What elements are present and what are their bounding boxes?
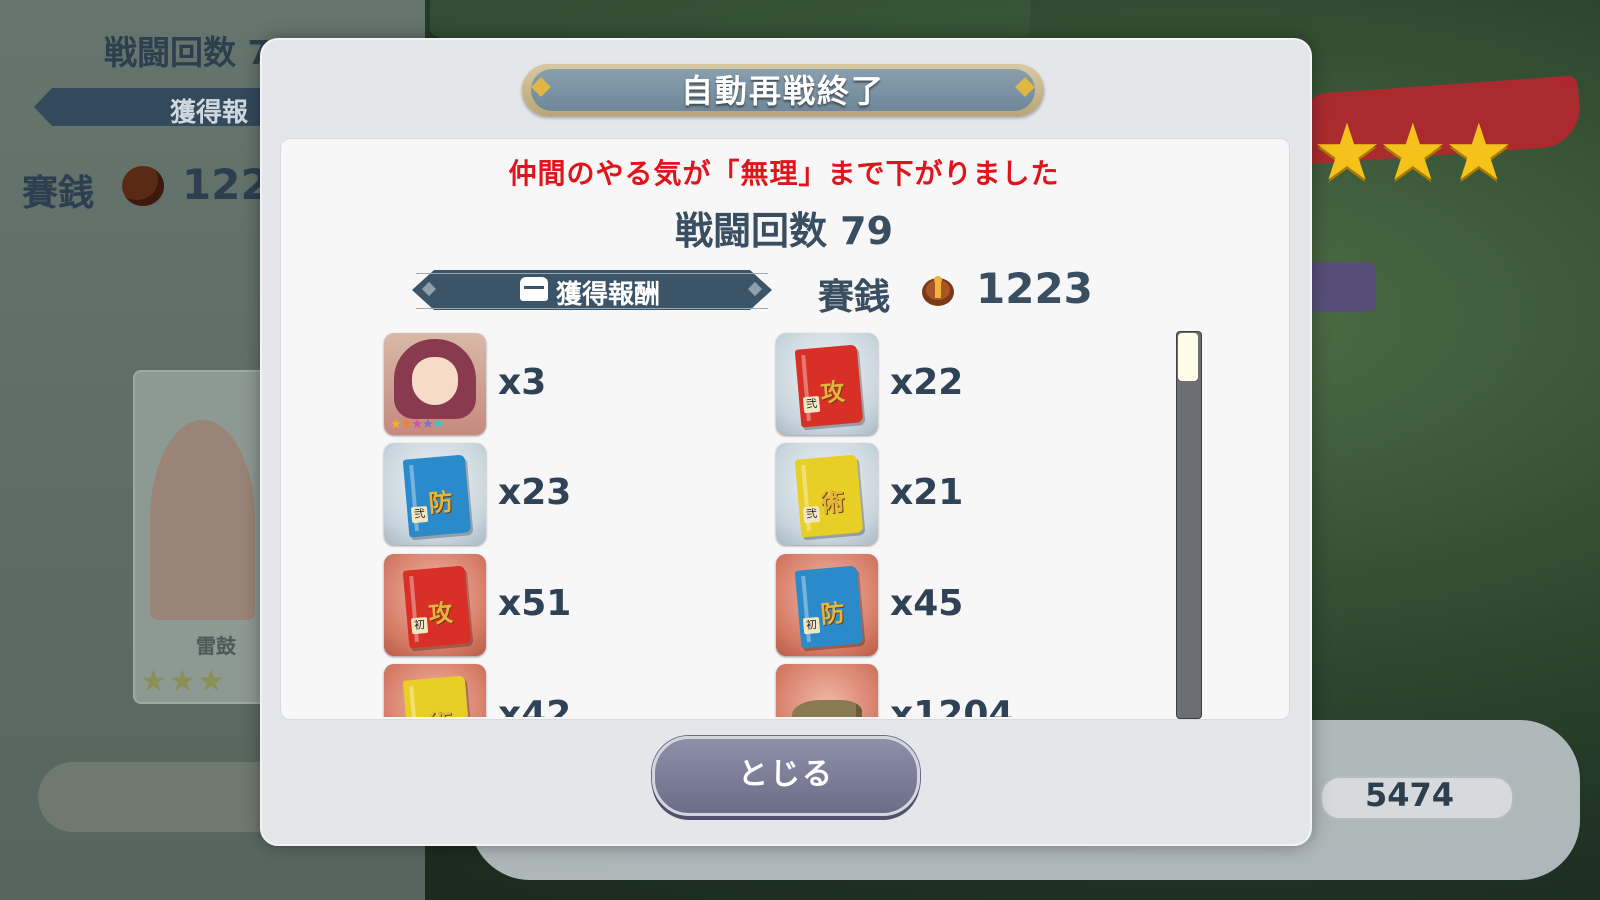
wood-piece xyxy=(792,700,862,717)
bg-character-name: 雷鼓 xyxy=(196,634,236,658)
bg-saisen-label: 賽銭 xyxy=(22,173,95,214)
reward-list-scrollbar[interactable] xyxy=(1176,331,1202,719)
bg-character-portrait xyxy=(150,420,255,620)
bg-coin-icon xyxy=(122,166,164,206)
bg-rating-stars: ★★★ xyxy=(1312,108,1514,198)
book-kanji: 術 xyxy=(427,703,454,717)
item-count: x1204 xyxy=(890,694,1014,717)
bg-saisen-value: 122 xyxy=(182,160,270,209)
bg-reward-label: 獲得報 xyxy=(170,98,249,128)
item-list-clip: 術 x42 x1204 xyxy=(280,138,1288,717)
bg-number-value: 5474 xyxy=(1365,776,1455,814)
wood-material-icon[interactable] xyxy=(776,664,878,717)
bg-purple-tag xyxy=(1305,262,1375,312)
dialog-title: 自動再戦終了 xyxy=(680,72,885,110)
bg-card-stars: ★★★ xyxy=(140,664,227,699)
item-count: x42 xyxy=(498,694,572,717)
close-button[interactable]: とじる xyxy=(652,736,920,816)
scrollbar-thumb[interactable] xyxy=(1178,333,1198,381)
yellow-tech-book-icon[interactable]: 術 xyxy=(384,664,486,717)
book-cover: 術 xyxy=(402,675,472,717)
